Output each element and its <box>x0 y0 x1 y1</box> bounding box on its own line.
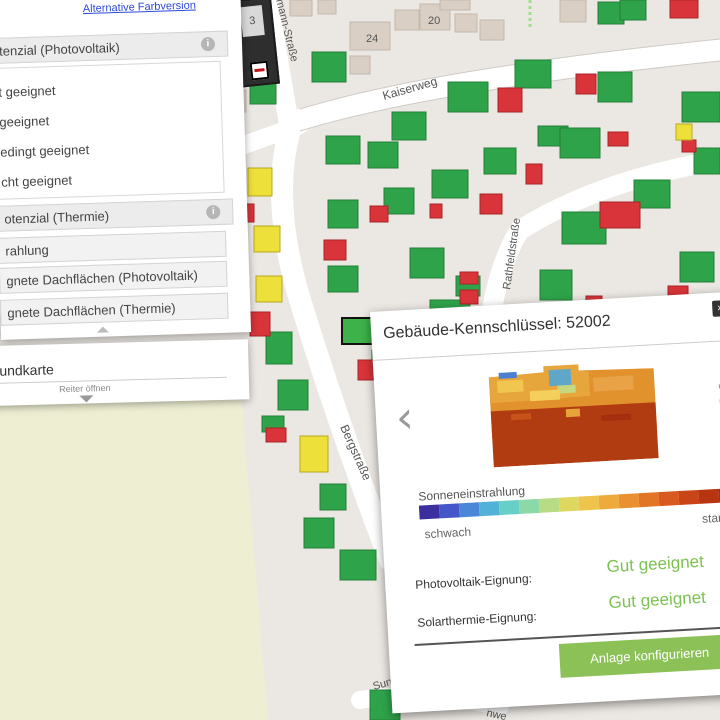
info-icon[interactable]: i <box>206 204 221 220</box>
legend-option-1[interactable]: t geeignet <box>0 83 56 100</box>
chevron-down-icon[interactable] <box>79 395 94 403</box>
solarthermie-suitability-value: Gut geeignet <box>608 587 707 613</box>
close-icon[interactable]: × <box>711 300 720 317</box>
legend-option-4[interactable]: cht geeignet <box>1 173 72 190</box>
legend-option-3[interactable]: edingt geeignet <box>0 142 89 160</box>
scale-swatch <box>518 498 540 514</box>
accordion-thermie-potential[interactable]: otenzial (Thermie) i <box>0 198 234 232</box>
building-popup: Gebäude-Kennschlüssel: 52002 × ‹ › Sonne… <box>370 290 720 714</box>
scale-swatch <box>618 493 640 509</box>
layer-panel: Alternative Farbversion tenzial (Photovo… <box>0 0 252 340</box>
popup-title: Gebäude-Kennschlüssel: 52002 <box>382 312 612 343</box>
legend-option-2[interactable]: geeignet <box>0 113 49 130</box>
basemap-panel: rundkarte Reiter öffnen <box>0 339 250 406</box>
scale-swatch <box>678 489 700 506</box>
alternative-color-link[interactable]: Alternative Farbversion <box>83 0 196 15</box>
zoom-out-button[interactable] <box>249 60 270 81</box>
layer-radiation[interactable]: rahlung <box>0 230 227 264</box>
scale-strong-label: star <box>701 510 720 526</box>
scale-swatch <box>658 491 680 507</box>
scale-swatch <box>638 492 660 508</box>
scale-swatch <box>438 503 460 519</box>
accordion-pv-potential[interactable]: tenzial (Photovoltaik) i <box>0 30 229 64</box>
scale-swatch <box>598 494 620 510</box>
basemap-label[interactable]: rundkarte <box>0 353 227 384</box>
chevron-left-icon[interactable]: ‹ <box>395 392 415 444</box>
solarthermie-suitability-label: Solarthermie-Eignung: <box>417 609 538 630</box>
info-icon[interactable]: i <box>200 36 216 52</box>
collapse-up-icon[interactable] <box>96 326 110 333</box>
configure-system-button[interactable]: Anlage konfigurieren <box>558 633 720 678</box>
accordion-pv-label: tenzial (Photovoltaik) <box>0 39 120 59</box>
scale-swatch <box>418 504 440 520</box>
pv-suitability-value: Gut geeignet <box>606 551 705 577</box>
scale-swatch <box>498 499 520 516</box>
layer-pv-roofs[interactable]: gnete Dachflächen (Photovoltaik) <box>0 260 228 294</box>
chevron-right-icon[interactable]: › <box>714 366 720 418</box>
divider <box>372 338 720 361</box>
pv-legend-body: t geeignet geeignet edingt geeignet cht … <box>0 60 225 200</box>
scale-weak-label: schwach <box>424 524 472 542</box>
accordion-thermie-label: otenzial (Thermie) <box>4 208 110 227</box>
scale-swatch <box>478 501 500 517</box>
zoom-level: 3 <box>239 5 265 38</box>
scale-swatch <box>698 488 720 504</box>
pv-suitability-label: Photovoltaik-Eignung: <box>414 571 533 592</box>
layer-thermie-roofs[interactable]: gnete Dachflächen (Thermie) <box>0 292 229 326</box>
house-number-20: 20 <box>428 15 440 27</box>
roof-radiation-image <box>488 364 659 468</box>
open-tab-label[interactable]: Reiter öffnen <box>59 383 111 394</box>
scale-swatch <box>538 497 560 513</box>
scale-swatch <box>458 502 480 518</box>
scale-swatch <box>578 495 600 511</box>
scale-swatch <box>558 496 580 512</box>
park-area <box>0 380 268 720</box>
house-number-24: 24 <box>366 33 378 45</box>
